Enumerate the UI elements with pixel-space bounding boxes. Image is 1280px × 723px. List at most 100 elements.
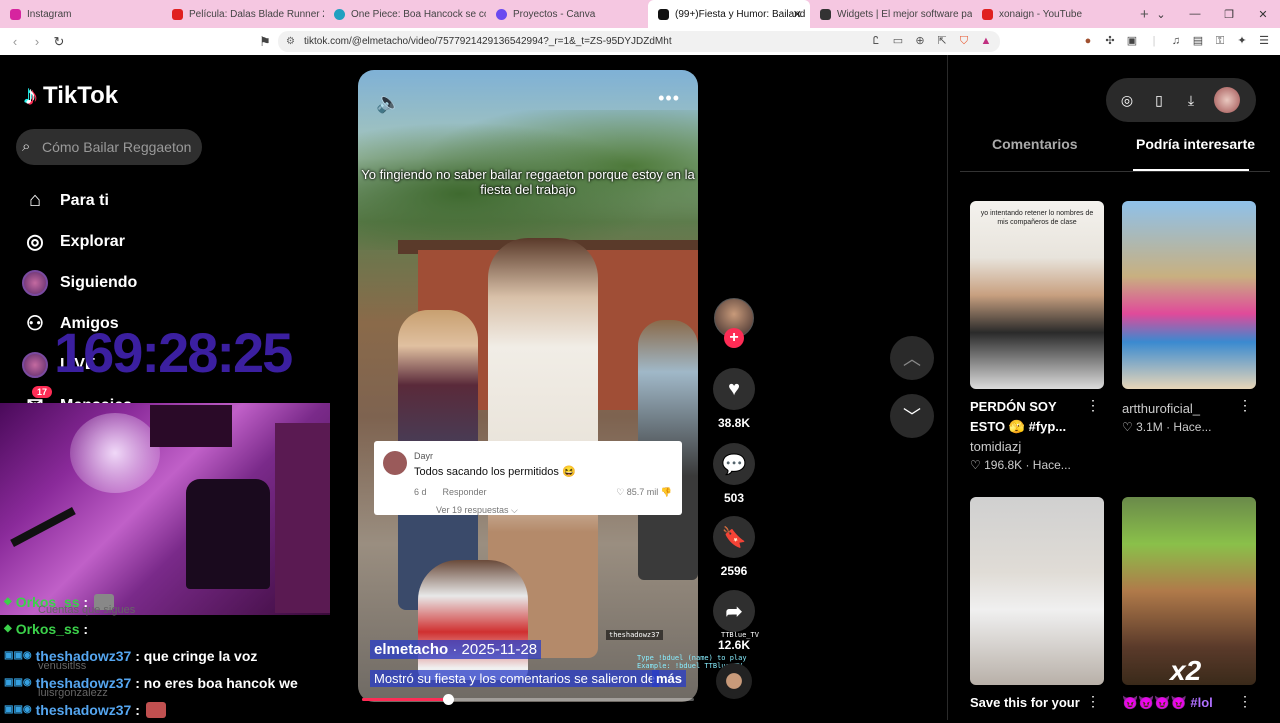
browser-tab[interactable]: Proyectos - Canva	[486, 0, 648, 28]
translate-icon[interactable]: Ꮭ	[868, 33, 884, 49]
back-icon[interactable]: ‹	[4, 34, 26, 49]
card-stats: ♡ 196.8K · Hace...	[970, 458, 1071, 472]
share-icon[interactable]: ⇱	[934, 33, 950, 49]
comment-text: Todos sacando los permitidos 😆	[414, 466, 576, 478]
bookmark-icon[interactable]: ⚑	[254, 34, 276, 50]
diamond-icon: ◆	[4, 596, 12, 607]
more-icon[interactable]: ⋮	[1086, 397, 1100, 414]
comment-count: 503	[723, 491, 745, 505]
extension-icon[interactable]: ●	[1080, 33, 1096, 49]
browser-tab[interactable]: Instagram	[0, 0, 162, 28]
next-video-button[interactable]: ﹀	[890, 394, 934, 438]
menu-icon[interactable]: ☰	[1256, 33, 1272, 49]
sidebar-item-para-ti[interactable]: ⌂ Para ti	[22, 180, 137, 221]
download-icon[interactable]: ⤓	[1182, 92, 1200, 109]
save-button[interactable]: 🔖 2596	[708, 516, 760, 578]
card-author[interactable]: tomidiazj	[970, 439, 1104, 454]
share-count: 12.6K	[717, 638, 751, 652]
comment-button[interactable]: 💬 503	[708, 443, 760, 505]
tab-search-button[interactable]: ⌄	[1144, 8, 1178, 21]
card-stats: ♡ 3.1M · Hace...	[1122, 420, 1212, 434]
comment-icon: 💬	[713, 443, 755, 485]
minimize-button[interactable]: —	[1178, 8, 1212, 20]
video-player[interactable]: Yo fingiendo no saber bailar reggaeton p…	[358, 70, 698, 702]
brave-shield-icon[interactable]: ⛉	[956, 33, 972, 49]
volume-icon[interactable]: 🔈	[376, 90, 401, 115]
puzzle-icon[interactable]: ✣	[1102, 33, 1118, 49]
more-options-icon[interactable]: •••	[658, 88, 680, 109]
webcam-feed	[0, 403, 330, 615]
sidebar-icon[interactable]: ▣	[1124, 33, 1140, 49]
device-icon[interactable]: ▯	[1150, 92, 1168, 109]
share-button[interactable]: ➦ 12.6K	[708, 590, 760, 652]
music-disc-icon[interactable]	[716, 663, 752, 699]
leo-ai-icon[interactable]: ✦	[1234, 33, 1250, 49]
browser-tab[interactable]: One Piece: Boa Hancock se convierte	[324, 0, 486, 28]
top-tools: ◎ ▯ ⤓	[1106, 78, 1256, 122]
rewards-icon[interactable]: ▲	[978, 33, 994, 49]
close-window-button[interactable]: ✕	[1246, 8, 1280, 21]
tab-label: Proyectos - Canva	[513, 8, 596, 20]
vpn-icon[interactable]: ⚿	[1212, 33, 1228, 49]
nav-label: Siguiendo	[60, 273, 138, 291]
search-input[interactable]: ⌕ Cómo Bailar Reggaeton	[16, 129, 202, 165]
close-tab-icon[interactable]: ✕	[793, 8, 802, 21]
emote-icon	[145, 701, 166, 718]
tab-label: xonaign - YouTube	[999, 8, 1083, 20]
forward-icon[interactable]: ›	[26, 34, 48, 49]
browser-tab[interactable]: Película: Dalas Blade Runner 2077 - Y	[162, 0, 324, 28]
more-link[interactable]: más	[652, 670, 687, 687]
search-icon: ⌕	[22, 138, 31, 155]
music-icon[interactable]: ♫	[1168, 33, 1184, 49]
sidebar-item-siguiendo[interactable]: Siguiendo	[22, 262, 137, 303]
like-button[interactable]: ♥ 38.8K	[708, 368, 760, 430]
suggested-video-card[interactable]: artthuroficial_ ♡ 3.1M · Hace... ⋮	[1122, 201, 1256, 434]
follow-plus-icon[interactable]: +	[724, 328, 744, 348]
stream-chat: Cuentas que sigues ◆ Orkos_ss : ◆ Orkos_…	[0, 588, 330, 718]
browser-tab[interactable]: xonaign - YouTube	[972, 0, 1134, 28]
tab-comentarios[interactable]: Comentarios	[992, 136, 1078, 152]
compass-icon: ◎	[26, 231, 44, 253]
video-progress-bar[interactable]	[362, 694, 694, 705]
tab-label: (99+)Fiesta y Humor: Bailand	[675, 8, 806, 20]
tiktok-logo[interactable]: ♪ TikTok	[24, 80, 118, 111]
zoom-icon[interactable]: ⊕	[912, 33, 928, 49]
site-info-icon[interactable]: ⚙	[286, 31, 295, 52]
card-author[interactable]: artthuroficial_	[1122, 401, 1256, 416]
more-icon[interactable]: ⋮	[1238, 693, 1252, 710]
creator-avatar-button[interactable]: +	[708, 298, 760, 348]
video-date: · 2025-11-28	[452, 641, 538, 658]
more-icon[interactable]: ⋮	[1238, 397, 1252, 414]
previous-video-button[interactable]: ︿	[890, 336, 934, 380]
tab-podria-interesarte[interactable]: Podría interesarte	[1136, 136, 1255, 152]
nav-label: Para ti	[60, 191, 109, 209]
video-thumbnail[interactable]: yo intentando retener lo nombres de mis …	[970, 201, 1104, 389]
wall-panel	[275, 423, 330, 613]
profile-avatar[interactable]	[1214, 87, 1240, 113]
suggested-video-card[interactable]: yo intentando retener lo nombres de mis …	[970, 201, 1104, 472]
wallet-icon[interactable]: ▤	[1190, 33, 1206, 49]
comment-age: 6 d	[414, 487, 427, 497]
suggested-video-card[interactable]: x2 😈😈😈😈 #lol ⋮	[1122, 497, 1256, 713]
browser-tab[interactable]: Widgets | El mejor software para pot	[810, 0, 972, 28]
video-thumbnail[interactable]	[970, 497, 1104, 685]
browser-tab-active[interactable]: (99+)Fiesta y Humor: Bailand ✕	[648, 0, 810, 28]
sidebar-item-explorar[interactable]: ◎ Explorar	[22, 221, 137, 262]
reply-link: Responder	[442, 487, 487, 497]
video-author-line[interactable]: elmetacho · 2025-11-28	[370, 640, 542, 659]
more-icon[interactable]: ⋮	[1086, 693, 1100, 710]
suggested-video-card[interactable]: Save this for your ⋮	[970, 497, 1104, 713]
reload-icon[interactable]: ↻	[48, 34, 70, 50]
screenshot-icon[interactable]: ▭	[890, 33, 906, 49]
tiktok-icon	[658, 8, 669, 20]
progress-fill	[362, 698, 449, 701]
tab-label: One Piece: Boa Hancock se convierte	[351, 8, 486, 20]
video-thumbnail[interactable]	[1122, 201, 1256, 389]
messages-badge: 17	[32, 386, 53, 398]
chat-message: ▣▣◉ theshadowz37 :	[0, 696, 330, 723]
maximize-button[interactable]: ❐	[1212, 8, 1246, 21]
video-thumbnail[interactable]: x2	[1122, 497, 1256, 685]
site-icon	[334, 8, 345, 20]
coins-icon[interactable]: ◎	[1118, 92, 1136, 109]
widgets-icon	[820, 8, 831, 20]
